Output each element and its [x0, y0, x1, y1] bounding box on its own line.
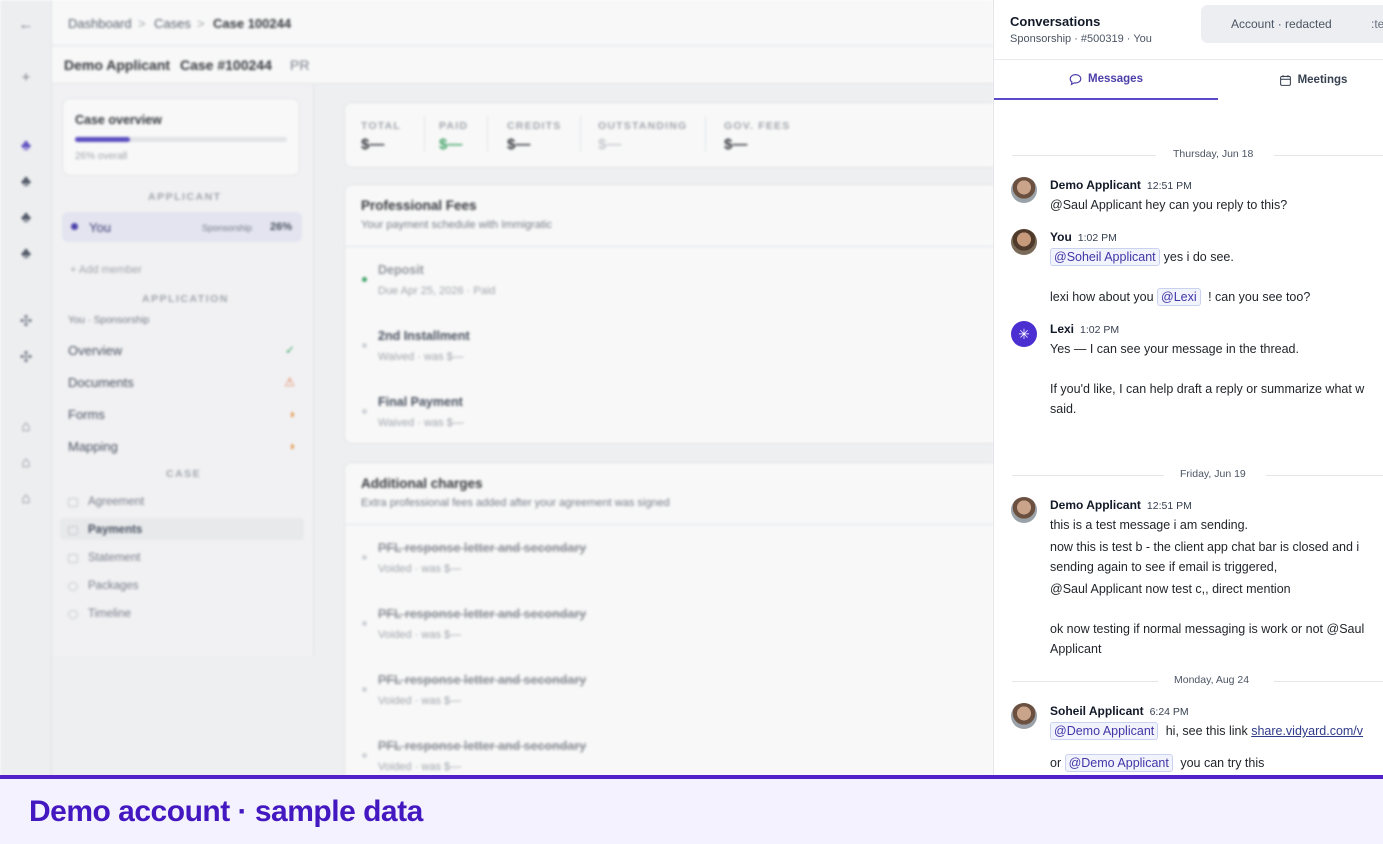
- account-label: Account · redacted: [1231, 17, 1332, 31]
- message-time: 12:51 PM: [1146, 500, 1192, 512]
- message-body: @Saul Applicant now test c,, direct ment…: [1050, 579, 1291, 599]
- separator-line: [1274, 155, 1383, 156]
- chat-bubble-icon: [1069, 73, 1082, 85]
- tab-meetings[interactable]: Meetings: [1218, 60, 1383, 100]
- message-sender: Demo Applicant 12:51 PM: [1050, 498, 1192, 512]
- message-time: 1:02 PM: [1077, 232, 1117, 244]
- account-selector[interactable]: Account · redacted :te: [1201, 5, 1383, 43]
- day-label: Thursday, Jun 18: [1173, 148, 1254, 160]
- conversations-title: Conversations: [1010, 14, 1101, 29]
- separator-line: [1012, 681, 1158, 682]
- modal-backdrop[interactable]: [0, 0, 993, 778]
- separator-line: [1266, 475, 1383, 476]
- message-text: now this is test b - the client app chat…: [1050, 540, 1360, 554]
- conversations-panel: Conversations Sponsorship · #500319 · Yo…: [993, 0, 1383, 778]
- avatar[interactable]: [1011, 229, 1037, 255]
- message-text: ! can you see too?: [1204, 290, 1311, 304]
- message-text: yes i do see.: [1163, 250, 1234, 264]
- separator-line: [1012, 155, 1156, 156]
- message-body: @Soheil Applicant yes i do see.: [1050, 247, 1234, 267]
- tab-messages[interactable]: Messages: [994, 60, 1218, 100]
- demo-banner-text: Demo account · sample data: [29, 795, 423, 828]
- message-body: or @Demo Applicant you can try this: [1050, 753, 1264, 773]
- sender-name: Lexi: [1050, 322, 1075, 336]
- mention-chip[interactable]: @Demo Applicant: [1064, 754, 1173, 772]
- mention-chip[interactable]: @Lexi: [1157, 288, 1201, 306]
- mention-text[interactable]: @Saul Applicant: [1050, 198, 1142, 212]
- account-label-tail: :te: [1371, 17, 1383, 31]
- day-label: Friday, Jun 19: [1180, 468, 1246, 480]
- message-text: said.: [1050, 402, 1077, 416]
- message-text: hi, see this link: [1162, 724, 1252, 738]
- message-text: sending again to see if email is trigger…: [1050, 560, 1278, 574]
- message-text: you can try this: [1176, 756, 1265, 770]
- mention-chip[interactable]: @Soheil Applicant: [1050, 248, 1160, 266]
- calendar-icon: [1279, 74, 1291, 86]
- message-text: lexi how about you: [1050, 290, 1158, 304]
- message-text: Yes — I can see your message in the thre…: [1050, 342, 1299, 356]
- message-link[interactable]: share.vidyard.com/v: [1251, 724, 1363, 738]
- message-sender: Lexi 1:02 PM: [1050, 322, 1119, 336]
- message-text: or: [1050, 756, 1065, 770]
- mention-text[interactable]: @Saul Applicant: [1050, 582, 1142, 596]
- avatar[interactable]: [1011, 177, 1037, 203]
- message-time: 12:51 PM: [1146, 180, 1192, 192]
- demo-banner: Demo account · sample data: [0, 775, 1383, 844]
- sender-name: Demo Applicant: [1050, 178, 1141, 192]
- day-label: Monday, Aug 24: [1174, 674, 1250, 686]
- separator-line: [1012, 475, 1164, 476]
- tab-messages-label: Messages: [1088, 73, 1143, 85]
- mention-chip[interactable]: @Demo Applicant: [1050, 722, 1159, 740]
- message-sender: You 1:02 PM: [1050, 230, 1117, 244]
- avatar[interactable]: [1011, 497, 1037, 523]
- message-body: @Demo Applicant hi, see this link share.…: [1050, 721, 1363, 741]
- message-text: ok now testing if normal messaging is wo…: [1050, 622, 1365, 636]
- tab-meetings-label: Meetings: [1297, 74, 1348, 86]
- message-text: hey can you reply to this?: [1141, 198, 1288, 212]
- day-separator: Monday, Aug 24: [1012, 674, 1383, 688]
- message-sender: Soheil Applicant 6:24 PM: [1050, 704, 1189, 718]
- day-separator: Thursday, Jun 18: [1012, 148, 1383, 162]
- message-body: @Saul Applicant hey can you reply to thi…: [1050, 195, 1287, 215]
- sender-name: You: [1050, 230, 1072, 244]
- message-sender: Demo Applicant 12:51 PM: [1050, 178, 1192, 192]
- separator-line: [1274, 681, 1383, 682]
- conversations-subtitle: Sponsorship · #500319 · You: [1010, 33, 1152, 45]
- message-text: this is a test message i am sending.: [1050, 518, 1249, 532]
- message-text: If you'd like, I can help draft a reply …: [1050, 382, 1365, 396]
- day-separator: Friday, Jun 19: [1012, 468, 1383, 482]
- conversations-header: Conversations Sponsorship · #500319 · Yo…: [994, 0, 1383, 60]
- message-time: 1:02 PM: [1080, 324, 1120, 336]
- message-text: Applicant: [1050, 642, 1102, 656]
- avatar[interactable]: [1011, 703, 1037, 729]
- message-text: now test c,, direct mention: [1141, 582, 1291, 596]
- sender-name: Demo Applicant: [1050, 498, 1141, 512]
- lexi-asterisk-icon[interactable]: ✳: [1011, 321, 1037, 347]
- message-time: 6:24 PM: [1149, 706, 1189, 718]
- sender-name: Soheil Applicant: [1050, 704, 1144, 718]
- message-body: lexi how about you @Lexi ! can you see t…: [1050, 287, 1310, 307]
